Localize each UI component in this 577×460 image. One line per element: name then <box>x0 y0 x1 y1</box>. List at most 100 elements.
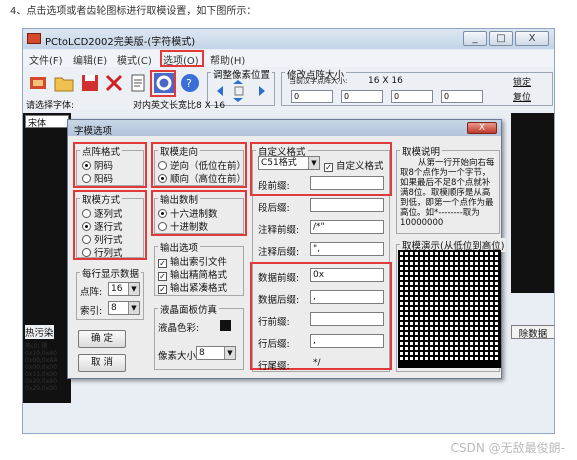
matrix-dot <box>460 342 463 345</box>
matrix-dot <box>400 357 403 360</box>
reset-button[interactable]: 复位 <box>513 90 531 103</box>
matrix-dot <box>455 287 458 290</box>
check-index-file[interactable]: ✓ 输出索引文件 <box>158 254 227 268</box>
dialog-close-button[interactable]: X <box>467 122 497 134</box>
minimize-button[interactable]: _ <box>463 31 487 46</box>
font-select[interactable]: 宋体 <box>25 115 69 129</box>
matrix-dot <box>460 357 463 360</box>
matrix-dot <box>485 267 488 270</box>
index-combo[interactable]: 8 ▼ <box>108 301 140 315</box>
chevron-down-icon: ▼ <box>224 347 235 359</box>
cancel-button[interactable]: 取 消 <box>78 354 126 372</box>
new-doc-icon[interactable] <box>127 72 149 94</box>
matrix-dot <box>420 312 423 315</box>
matrix-dot <box>460 352 463 355</box>
matrix-dot <box>490 357 493 360</box>
matrix-dot <box>480 292 483 295</box>
matrix-dot <box>430 252 433 255</box>
matrix-dot <box>435 332 438 335</box>
matrix-dot <box>495 252 498 255</box>
matrix-dot <box>430 287 433 290</box>
menu-file[interactable]: 文件(F) <box>29 52 63 67</box>
matrix-dot <box>410 292 413 295</box>
matrix-dot <box>440 302 443 305</box>
line-prefix-input[interactable] <box>310 312 384 326</box>
menu-edit[interactable]: 编辑(E) <box>73 52 107 67</box>
comment-suffix-input[interactable]: ", <box>310 242 384 256</box>
matrix-dot <box>465 322 468 325</box>
format-combo[interactable]: C51格式 ▼ <box>258 156 320 170</box>
lcd-color-swatch[interactable] <box>220 320 231 331</box>
menu-help[interactable]: 帮助(H) <box>210 52 245 67</box>
yoffset-spinner[interactable]: 0 <box>441 90 483 103</box>
matrix-dot <box>485 347 488 350</box>
matrix-dot <box>425 282 428 285</box>
matrix-dot <box>445 252 448 255</box>
matrix-dot <box>425 322 428 325</box>
help-icon[interactable]: ? <box>179 72 201 94</box>
data-tab[interactable]: 除数据 <box>511 325 554 340</box>
matrix-dot <box>410 252 413 255</box>
matrix-dot <box>495 262 498 265</box>
matrix-dot <box>475 272 478 275</box>
matrix-dot <box>445 327 448 330</box>
data-prefix-input[interactable]: 0x <box>310 268 384 282</box>
matrix-dot <box>425 277 428 280</box>
check-compact-format[interactable]: ✓ 输出紧凑格式 <box>158 280 227 294</box>
comment-prefix-input[interactable]: /*" <box>310 220 384 234</box>
xoffset-spinner[interactable]: 0 <box>391 90 433 103</box>
open-folder-icon[interactable] <box>53 72 75 94</box>
matrix-dot <box>495 307 498 310</box>
matrix-dot <box>420 262 423 265</box>
matrix-dot <box>420 332 423 335</box>
matrix-dot <box>470 332 473 335</box>
matrix-dot <box>470 297 473 300</box>
matrix-dot <box>425 312 428 315</box>
menu-mode[interactable]: 模式(C) <box>117 52 152 67</box>
width-spinner[interactable]: 0 <box>291 90 333 103</box>
app-icon[interactable] <box>27 72 49 94</box>
matrix-dot <box>475 312 478 315</box>
matrix-dot <box>445 282 448 285</box>
ok-button[interactable]: 确 定 <box>78 330 126 348</box>
matrix-dot <box>450 257 453 260</box>
matrix-dot <box>480 297 483 300</box>
matrix-dot <box>405 327 408 330</box>
matrix-dot <box>440 332 443 335</box>
check-simple-format[interactable]: ✓ 输出精简格式 <box>158 267 227 281</box>
pixel-size-label: 像素大小: <box>158 351 200 362</box>
matrix-dot <box>485 332 488 335</box>
matrix-dot <box>445 277 448 280</box>
lock-button[interactable]: 锁定 <box>513 75 531 88</box>
matrix-dot <box>450 272 453 275</box>
matrix-dot <box>430 282 433 285</box>
matrix-dot <box>445 347 448 350</box>
matrix-dot <box>455 357 458 360</box>
save-icon[interactable] <box>79 72 101 94</box>
matrix-dot <box>490 347 493 350</box>
matrix-dot <box>490 352 493 355</box>
matrix-dot <box>415 267 418 270</box>
segment-prefix-input[interactable] <box>310 176 384 190</box>
matrix-dot <box>415 292 418 295</box>
maximize-button[interactable]: □ <box>489 31 513 46</box>
matrix-dot <box>445 262 448 265</box>
line-end-input[interactable]: */ <box>310 356 384 370</box>
matrix-dot <box>450 267 453 270</box>
check-custom-format[interactable]: ✓ 自定义格式 <box>324 158 384 172</box>
dots-combo[interactable]: 16 ▼ <box>108 282 140 296</box>
close-window-button[interactable]: X <box>515 31 549 46</box>
data-suffix-input[interactable]: , <box>310 290 384 304</box>
matrix-dot <box>450 312 453 315</box>
matrix-dot <box>455 267 458 270</box>
matrix-dot <box>420 282 423 285</box>
height-spinner[interactable]: 0 <box>341 90 383 103</box>
matrix-dot <box>475 357 478 360</box>
segment-suffix-input[interactable] <box>310 198 384 212</box>
line-suffix-input[interactable]: , <box>310 334 384 348</box>
close-x-icon[interactable] <box>103 72 125 94</box>
matrix-dot <box>465 257 468 260</box>
matrix-dot <box>455 322 458 325</box>
pixel-size-combo[interactable]: 8 ▼ <box>196 346 236 360</box>
matrix-dot <box>430 327 433 330</box>
